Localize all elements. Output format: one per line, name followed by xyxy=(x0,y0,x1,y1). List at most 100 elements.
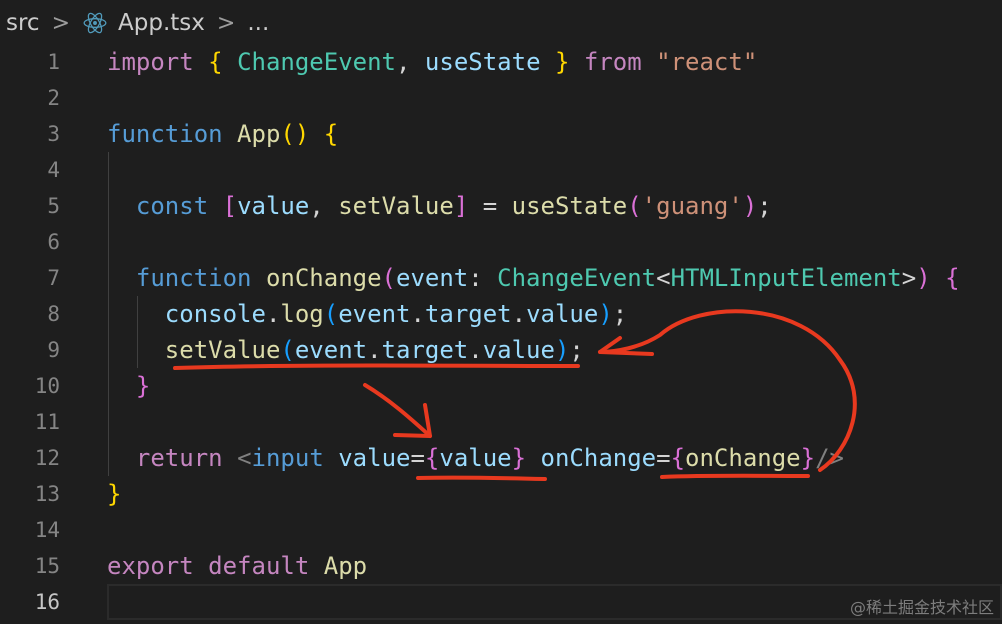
code-line[interactable]: console.log(event.target.value); xyxy=(107,296,627,332)
chevron-right-icon: > xyxy=(216,10,236,36)
line-number[interactable]: 9 xyxy=(0,332,60,368)
line-number[interactable]: 11 xyxy=(0,404,60,440)
code-token: . xyxy=(511,300,527,328)
code-token: () xyxy=(280,120,310,148)
code-line[interactable]: } xyxy=(107,476,121,512)
code-token: ; xyxy=(757,192,772,220)
code-token: < xyxy=(656,264,671,292)
watermark: @稀土掘金技术社区 xyxy=(849,598,994,617)
code-token: target xyxy=(424,300,512,328)
underline-value-prop xyxy=(416,475,547,481)
code-line[interactable]: const [value, setValue] = useState('guan… xyxy=(107,188,772,224)
breadcrumb-file[interactable]: App.tsx xyxy=(118,10,205,36)
code-token: event xyxy=(338,300,411,328)
code-token: onChange xyxy=(540,444,657,472)
breadcrumb-folder[interactable]: src xyxy=(6,10,40,36)
code-token: value xyxy=(526,300,599,328)
code-token: ; xyxy=(569,336,584,364)
code-token: } xyxy=(135,372,151,400)
line-number[interactable]: 1 xyxy=(0,44,60,80)
code-line[interactable]: export default App xyxy=(107,548,367,584)
line-number[interactable]: 5 xyxy=(0,188,60,224)
code-token: "react" xyxy=(656,48,758,76)
code-line[interactable]: setValue(event.target.value); xyxy=(107,332,584,368)
code-token: , xyxy=(396,48,425,76)
code-token: { xyxy=(945,264,960,292)
code-token: ) xyxy=(916,264,931,292)
code-token: = xyxy=(410,444,425,472)
code-token: target xyxy=(381,336,469,364)
code-token: { xyxy=(208,48,223,76)
code-token: import xyxy=(107,48,194,76)
code-token: ) xyxy=(554,336,570,364)
code-token: [ xyxy=(222,192,238,220)
line-number[interactable]: 12 xyxy=(0,440,60,476)
code-token: = xyxy=(468,192,512,220)
code-token: input xyxy=(251,444,324,472)
react-icon xyxy=(83,12,107,34)
breadcrumb-more[interactable]: ... xyxy=(247,10,269,36)
code-token: useState xyxy=(424,48,541,76)
code-token: . xyxy=(265,300,281,328)
line-number[interactable]: 3 xyxy=(0,116,60,152)
line-number[interactable]: 7 xyxy=(0,260,60,296)
code-token: . xyxy=(468,336,483,364)
line-number[interactable]: 8 xyxy=(0,296,60,332)
code-line[interactable]: import { ChangeEvent, useState } from "r… xyxy=(107,44,757,80)
code-token: onChange xyxy=(265,264,382,292)
code-token: < xyxy=(237,444,252,472)
code-token: setValue xyxy=(338,192,454,220)
code-token: /> xyxy=(815,444,844,472)
chevron-right-icon: > xyxy=(51,10,71,36)
down-arrow xyxy=(363,383,432,438)
code-token: ChangeEvent xyxy=(237,48,397,76)
line-number[interactable]: 10 xyxy=(0,368,60,404)
indent-guide xyxy=(137,296,138,368)
code-token: function xyxy=(135,264,252,292)
code-token: ChangeEvent xyxy=(497,264,657,292)
code-token: 'guang' xyxy=(641,192,743,220)
code-token: ) xyxy=(742,192,758,220)
code-token: { xyxy=(670,444,686,472)
code-token: App xyxy=(323,552,368,580)
code-token: } xyxy=(800,444,816,472)
code-token: ( xyxy=(323,300,339,328)
code-token: setValue xyxy=(164,336,281,364)
code-token: ( xyxy=(627,192,642,220)
line-number[interactable]: 6 xyxy=(0,224,60,260)
line-number[interactable]: 4 xyxy=(0,152,60,188)
code-token: event xyxy=(294,336,368,364)
line-number[interactable]: 14 xyxy=(0,512,60,548)
code-token: log xyxy=(280,300,324,328)
code-token: export xyxy=(107,552,194,580)
line-number[interactable]: 15 xyxy=(0,548,60,584)
code-line[interactable]: function App() { xyxy=(107,116,338,152)
code-token: console xyxy=(164,300,266,328)
code-token: . xyxy=(410,300,425,328)
line-number[interactable]: 13 xyxy=(0,476,60,512)
line-number[interactable]: 16 xyxy=(0,584,60,620)
code-line[interactable]: return <input value={value} onChange={on… xyxy=(107,440,844,476)
code-line[interactable]: function onChange(event: ChangeEvent<HTM… xyxy=(107,260,960,296)
code-line[interactable]: } xyxy=(107,368,150,404)
line-number[interactable]: 2 xyxy=(0,80,60,116)
code-token: : xyxy=(468,264,498,292)
code-token: { xyxy=(323,120,339,148)
code-token: function xyxy=(107,120,223,148)
code-token: value xyxy=(338,444,411,472)
